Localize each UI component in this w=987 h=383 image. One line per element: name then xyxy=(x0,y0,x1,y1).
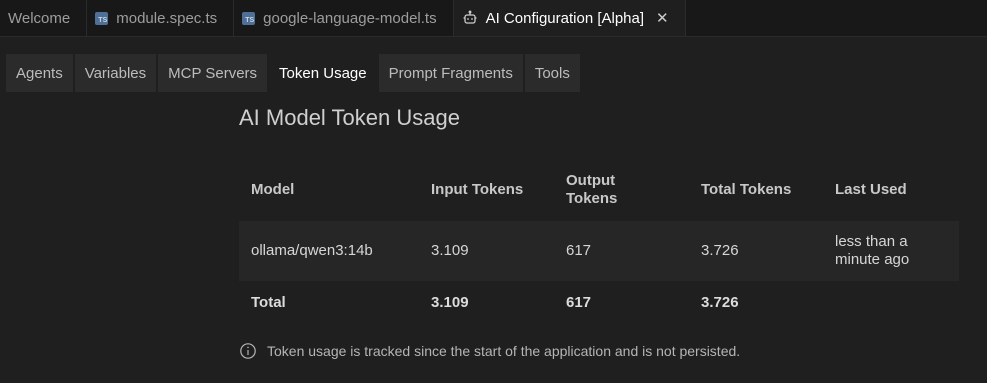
tab-tools[interactable]: Tools xyxy=(524,54,580,92)
cell-last-used-line1: less than a xyxy=(835,233,908,250)
cell-total-empty xyxy=(823,281,959,325)
column-header-last-used: Last Used xyxy=(835,181,907,198)
column-header-total-tokens: Total Tokens xyxy=(701,181,792,198)
tab-agents[interactable]: Agents xyxy=(6,54,73,92)
table-header-row: Model Input Tokens Output Tokens Total T… xyxy=(239,159,959,221)
info-icon xyxy=(239,342,257,360)
cell-total-output: 617 xyxy=(566,294,592,311)
cell-total-total: 3.726 xyxy=(701,294,739,311)
tab-mcp-servers[interactable]: MCP Servers xyxy=(158,54,268,92)
tab-prompt-fragments[interactable]: Prompt Fragments xyxy=(378,54,523,92)
tab-token-usage[interactable]: Token Usage xyxy=(269,54,377,92)
cell-last-used-line2: minute ago xyxy=(835,251,910,268)
editor-tab-label: module.spec.ts xyxy=(116,9,218,27)
column-header-output-line1: Output xyxy=(566,172,616,189)
column-header-model: Model xyxy=(251,181,295,198)
close-icon[interactable]: ✕ xyxy=(656,9,669,27)
config-tab-bar: Agents Variables MCP Servers Token Usage… xyxy=(6,54,580,92)
editor-tab-ai-configuration[interactable]: AI Configuration [Alpha] ✕ xyxy=(453,0,686,36)
cell-output-tokens: 617 xyxy=(566,242,592,259)
page-title: AI Model Token Usage xyxy=(239,105,460,130)
editor-tab-label: AI Configuration [Alpha] xyxy=(485,9,645,27)
tab-variables[interactable]: Variables xyxy=(74,54,157,92)
editor-tab-google-language-model[interactable]: TS google-language-model.ts xyxy=(234,0,454,36)
cell-input-tokens: 3.109 xyxy=(431,242,469,259)
table-total-row: Total 3.109 617 3.726 xyxy=(239,281,959,325)
ts-file-icon: TS xyxy=(95,11,109,25)
cell-last-used: less than a minute ago xyxy=(823,221,959,281)
cell-total-label: Total xyxy=(251,294,286,311)
info-note-text: Token usage is tracked since the start o… xyxy=(267,343,741,359)
info-note: Token usage is tracked since the start o… xyxy=(239,342,740,360)
editor-tab-strip: Welcome TS module.spec.ts TS google-lang… xyxy=(0,0,987,37)
token-usage-panel: AI Model Token Usage Model Input Tokens … xyxy=(239,100,959,311)
editor-tab-label: google-language-model.ts xyxy=(263,9,437,27)
table-row: ollama/qwen3:14b 3.109 617 3.726 less th… xyxy=(239,221,959,281)
token-usage-table: Model Input Tokens Output Tokens Total T… xyxy=(239,159,959,325)
editor-tab-module-spec[interactable]: TS module.spec.ts xyxy=(87,0,235,36)
ts-file-icon: TS xyxy=(242,11,256,25)
cell-total-input: 3.109 xyxy=(431,294,469,311)
column-header-output-tokens: Output Tokens xyxy=(554,159,689,221)
robot-icon xyxy=(462,10,478,26)
column-header-input-tokens: Input Tokens xyxy=(431,181,524,198)
column-header-output-line2: Tokens xyxy=(566,190,618,207)
editor-tab-welcome[interactable]: Welcome xyxy=(0,0,88,36)
editor-tab-label: Welcome xyxy=(8,9,71,27)
cell-total-tokens: 3.726 xyxy=(701,242,739,259)
cell-model: ollama/qwen3:14b xyxy=(251,242,373,259)
